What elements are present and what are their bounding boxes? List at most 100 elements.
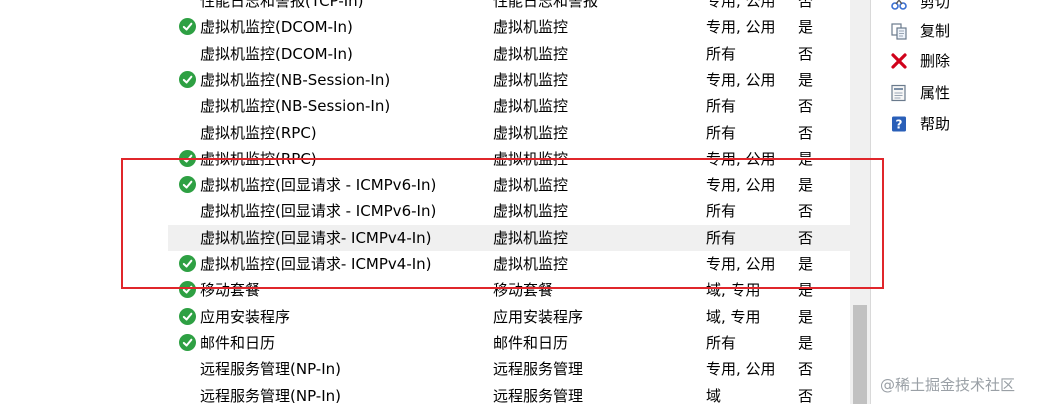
rule-group: 虚拟机监控 <box>493 18 569 37</box>
rule-enabled: 是 <box>798 333 814 352</box>
rule-name: 远程服务管理(NP-In) <box>200 360 341 379</box>
rule-row[interactable]: 远程服务管理(NP-In) 远程服务管理 域 否 <box>168 383 850 404</box>
rule-group: 虚拟机监控 <box>493 123 569 142</box>
rule-enabled: 是 <box>798 18 814 37</box>
rule-row[interactable]: 虚拟机监控(NB-Session-In) 虚拟机监控 专用, 公用 是 <box>168 67 850 93</box>
rule-row[interactable]: 虚拟机监控(NB-Session-In) 虚拟机监控 所有 否 <box>168 93 850 119</box>
rule-name: 虚拟机监控(NB-Session-In) <box>200 97 391 116</box>
rule-name: 虚拟机监控(回显请求 - ICMPv6-In) <box>200 202 437 221</box>
rule-name: 性能日志和警报(TCP-In) <box>200 0 364 10</box>
action-help[interactable]: ? 帮助 <box>880 111 1030 137</box>
rule-enabled: 否 <box>798 97 814 116</box>
rule-name: 移动套餐 <box>200 281 261 300</box>
action-copy[interactable]: 复制 <box>880 18 1030 44</box>
rule-name: 虚拟机监控(NB-Session-In) <box>200 70 391 89</box>
scissors-icon <box>890 0 908 11</box>
rule-name: 邮件和日历 <box>200 333 276 352</box>
action-delete[interactable]: 删除 <box>880 48 1030 74</box>
rule-enabled: 是 <box>798 281 814 300</box>
rule-enabled: 是 <box>798 255 814 273</box>
svg-text:?: ? <box>896 118 903 132</box>
rule-profile: 域 <box>706 386 722 404</box>
copy-icon <box>890 22 908 40</box>
rule-enabled: 否 <box>798 386 814 404</box>
rule-group: 邮件和日历 <box>493 333 569 352</box>
rule-name: 远程服务管理(NP-In) <box>200 386 341 404</box>
rule-profile: 专用, 公用 <box>706 0 776 10</box>
rule-group: 虚拟机监控 <box>493 176 569 195</box>
rule-profile: 所有 <box>706 123 737 142</box>
rule-name: 虚拟机监控(RPC) <box>200 123 317 142</box>
rule-row[interactable]: 虚拟机监控(回显请求- ICMPv4-In) 虚拟机监控 所有 否 <box>168 224 850 251</box>
rule-row[interactable]: 虚拟机监控(回显请求- ICMPv4-In) 虚拟机监控 专用, 公用 是 <box>168 251 850 277</box>
rule-enabled: 否 <box>798 228 814 247</box>
rule-enabled: 否 <box>798 202 814 221</box>
rule-enabled: 否 <box>798 360 814 379</box>
rule-name: 虚拟机监控(RPC) <box>200 149 317 168</box>
rule-enabled: 是 <box>798 307 814 326</box>
enabled-check-icon <box>179 70 196 88</box>
action-cut-label: 剪切 <box>920 0 951 11</box>
rule-name: 虚拟机监控(回显请求- ICMPv4-In) <box>200 255 432 273</box>
rule-enabled: 否 <box>798 44 814 63</box>
watermark: @稀土掘金技术社区 <box>880 376 1016 394</box>
enabled-check-icon <box>179 333 196 351</box>
rule-group: 移动套餐 <box>493 281 554 300</box>
rule-row[interactable]: 虚拟机监控(RPC) 虚拟机监控 所有 否 <box>168 120 850 146</box>
rule-group: 远程服务管理 <box>493 360 584 379</box>
rule-profile: 专用, 公用 <box>706 70 776 89</box>
rule-name: 虚拟机监控(回显请求- ICMPv4-In) <box>200 228 432 247</box>
rule-group: 性能日志和警报 <box>493 0 599 10</box>
delete-x-icon <box>890 52 908 70</box>
action-properties-label: 属性 <box>920 84 951 102</box>
rule-profile: 所有 <box>706 202 737 221</box>
rule-name: 虚拟机监控(回显请求 - ICMPv6-In) <box>200 176 437 195</box>
rule-row[interactable]: 虚拟机监控(RPC) 虚拟机监控 专用, 公用 是 <box>168 146 850 172</box>
rule-name: 虚拟机监控(DCOM-In) <box>200 18 353 37</box>
action-cut[interactable]: 剪切 <box>880 0 1030 15</box>
rule-profile: 域, 专用 <box>706 281 761 300</box>
rule-enabled: 否 <box>798 123 814 142</box>
rule-row[interactable]: 远程服务管理(NP-In) 远程服务管理 专用, 公用 否 <box>168 356 850 382</box>
rule-profile: 所有 <box>706 44 737 63</box>
scrollbar-thumb[interactable] <box>853 305 867 404</box>
rule-enabled: 是 <box>798 176 814 195</box>
rule-group: 虚拟机监控 <box>493 202 569 221</box>
rule-group: 虚拟机监控 <box>493 228 569 247</box>
rule-name: 应用安装程序 <box>200 307 291 326</box>
rule-profile: 专用, 公用 <box>706 176 776 195</box>
rule-profile: 所有 <box>706 333 737 352</box>
rule-row[interactable]: 虚拟机监控(回显请求 - ICMPv6-In) 虚拟机监控 专用, 公用 是 <box>168 172 850 198</box>
rule-row[interactable]: 虚拟机监控(DCOM-In) 虚拟机监控 专用, 公用 是 <box>168 14 850 40</box>
enabled-check-icon <box>179 255 196 272</box>
pane-divider <box>870 0 871 404</box>
rule-profile: 专用, 公用 <box>706 149 776 168</box>
rule-enabled: 是 <box>798 149 814 168</box>
action-copy-label: 复制 <box>920 22 951 40</box>
firewall-rules-list[interactable]: 性能日志和警报(TCP-In) 性能日志和警报 专用, 公用否虚拟机监控(DCOM-… <box>168 0 850 404</box>
rule-row[interactable]: 性能日志和警报(TCP-In) 性能日志和警报 专用, 公用 否 <box>168 0 850 14</box>
rule-group: 虚拟机监控 <box>493 44 569 63</box>
navigation-pane <box>0 0 168 404</box>
rule-group: 虚拟机监控 <box>493 149 569 168</box>
rule-row[interactable]: 虚拟机监控(DCOM-In) 虚拟机监控 所有 否 <box>168 41 850 67</box>
rule-profile: 所有 <box>706 228 737 247</box>
action-help-label: 帮助 <box>920 115 951 133</box>
enabled-check-icon <box>179 307 196 325</box>
rule-row[interactable]: 虚拟机监控(回显请求 - ICMPv6-In) 虚拟机监控 所有 否 <box>168 198 850 224</box>
rule-group: 远程服务管理 <box>493 386 584 404</box>
rule-row[interactable]: 移动套餐 移动套餐 域, 专用 是 <box>168 277 850 303</box>
rule-row[interactable]: 应用安装程序 应用安装程序 域, 专用 是 <box>168 304 850 330</box>
enabled-check-icon <box>179 18 196 36</box>
enabled-check-icon <box>179 149 196 167</box>
rule-row[interactable]: 邮件和日历 邮件和日历 所有 是 <box>168 330 850 356</box>
properties-icon <box>890 84 908 102</box>
action-properties[interactable]: 属性 <box>880 80 1030 106</box>
rule-profile: 专用, 公用 <box>706 18 776 37</box>
rule-group: 虚拟机监控 <box>493 97 569 116</box>
enabled-check-icon <box>179 176 196 194</box>
rule-profile: 专用, 公用 <box>706 255 776 273</box>
rule-enabled: 是 <box>798 70 814 89</box>
rule-group: 虚拟机监控 <box>493 70 569 89</box>
help-icon: ? <box>890 115 908 133</box>
